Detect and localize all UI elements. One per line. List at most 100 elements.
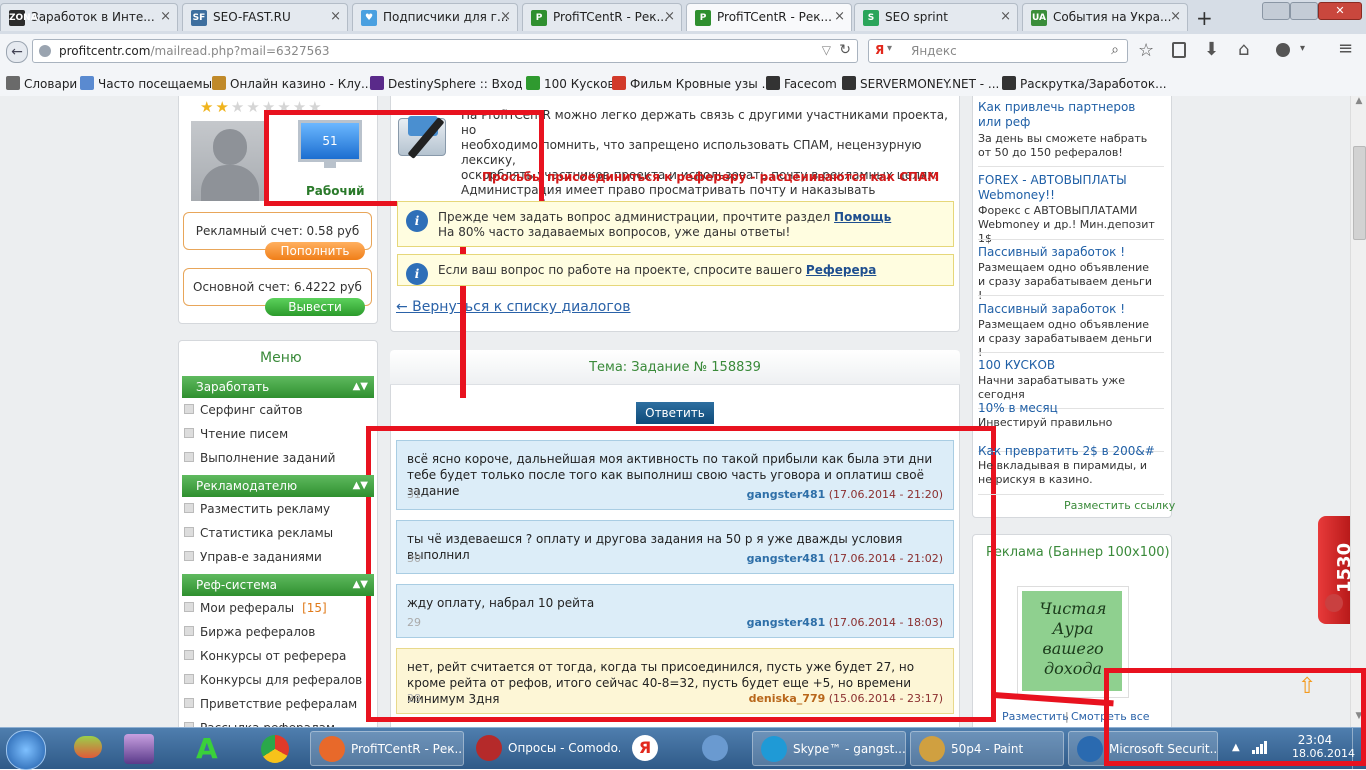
menu-item-1-0[interactable]: Разместить рекламу [184, 502, 330, 516]
bookmark-7[interactable]: SERVERMONEY.NET - ... [842, 76, 999, 91]
message-author[interactable]: gangster481 [747, 616, 826, 629]
addon-dropdown-icon[interactable]: ▾ [1300, 43, 1305, 54]
notice-link[interactable]: Помощь [834, 210, 891, 224]
download-icon[interactable]: ⬇ [1204, 39, 1219, 60]
close-tab-icon[interactable]: × [834, 9, 845, 24]
menu-item-2-4[interactable]: Приветствие рефералам [184, 697, 357, 711]
bookmark-1[interactable]: Часто посещаемые [80, 76, 219, 91]
minimize-button[interactable] [1262, 2, 1290, 20]
chrome-icon[interactable] [258, 732, 294, 766]
collapse-icon[interactable]: ▲▼ [353, 574, 368, 596]
start-button[interactable] [6, 730, 46, 770]
side-counter-badge[interactable]: 1530 [1318, 516, 1350, 624]
avatar[interactable] [191, 121, 269, 201]
menu-item-0-1[interactable]: Чтение писем [184, 427, 288, 441]
close-tab-icon[interactable]: × [500, 9, 511, 24]
close-tab-icon[interactable]: × [160, 9, 171, 24]
tab-3[interactable]: P ProfiTCentR - Рек... × [522, 3, 682, 31]
pinned-game-icon[interactable] [122, 732, 158, 766]
topup-button[interactable]: Пополнить [265, 242, 365, 260]
bookmark-4[interactable]: 100 Кусков [526, 76, 615, 91]
pinned-app-1-icon[interactable] [70, 732, 106, 766]
tab-4[interactable]: P ProfiTCentR - Рек... × [686, 3, 852, 31]
bookmark-2[interactable]: Онлайн казино - Клу... [212, 76, 372, 91]
home-icon[interactable]: ⌂ [1238, 39, 1249, 60]
message-author[interactable]: deniska_779 [749, 692, 826, 705]
tab-0[interactable]: ZONA Заработок в Инте... × [0, 3, 178, 31]
taskbar-item-1[interactable]: Опросы - Comodo... [468, 731, 620, 766]
search-engine-dropdown-icon[interactable]: ▾ [887, 43, 892, 54]
taskbar-item-4[interactable]: Skype™ - gangst... [752, 731, 906, 766]
star-icon[interactable]: ☆ [1138, 40, 1154, 61]
menu-item-2-3[interactable]: Конкурсы для рефералов [184, 673, 362, 687]
taskbar-item-5[interactable]: 50р4 - Paint [910, 731, 1064, 766]
bookmark-5[interactable]: Фильм Кровные узы ... [612, 76, 773, 91]
menu-section-2[interactable]: Реф-система ▲▼ [182, 574, 374, 596]
menu-icon[interactable]: ≡ [1338, 38, 1353, 59]
address-bar[interactable]: profitcentr.com/mailread.php?mail=632756… [32, 39, 858, 63]
ad-title-1[interactable]: FOREX - АВТОВЫПЛАТЫ Webmoney!! [978, 173, 1158, 203]
page-scrollbar[interactable]: ▲ ▼ [1350, 96, 1366, 727]
collapse-icon[interactable]: ▲▼ [353, 475, 368, 497]
tab-label: Заработок в Инте... [31, 10, 155, 24]
close-window-button[interactable]: ✕ [1318, 2, 1362, 20]
back-button[interactable]: ← [6, 41, 28, 63]
menu-item-1-1[interactable]: Статистика рекламы [184, 526, 333, 540]
menu-item-1-2[interactable]: Управ-е заданиями [184, 550, 322, 564]
banner-place-link[interactable]: Разместить [1002, 710, 1069, 723]
taskbar-item-0[interactable]: ProfiTCentR - Рек... [310, 731, 464, 766]
search-box[interactable]: Я ▾ Яндекс ⌕ [868, 39, 1128, 63]
close-tab-icon[interactable]: × [664, 9, 675, 24]
menu-section-1[interactable]: Рекламодателю ▲▼ [182, 475, 374, 497]
scroll-up-icon[interactable]: ▲ [1353, 96, 1365, 110]
reading-list-icon[interactable] [1172, 42, 1186, 58]
pinned-a-icon[interactable]: A [196, 732, 232, 766]
ad-title-6[interactable]: Как превратить 2$ в 200&# [978, 444, 1158, 459]
tab-1[interactable]: SF SEO-FAST.RU × [182, 3, 348, 31]
back-to-dialogs-link[interactable]: ← Вернуться к списку диалогов [396, 299, 631, 315]
withdraw-button[interactable]: Вывести [265, 298, 365, 316]
bookmark-3[interactable]: DestinySphere :: Вход ... [370, 76, 538, 91]
dropdown-icon[interactable]: ▽ [822, 43, 831, 57]
navigation-toolbar: ← profitcentr.com/mailread.php?mail=6327… [0, 34, 1366, 71]
menu-section-0[interactable]: Заработать ▲▼ [182, 376, 374, 398]
place-link-button[interactable]: Разместить ссылку [1064, 499, 1175, 512]
close-tab-icon[interactable]: × [1170, 9, 1181, 24]
menu-item-2-2[interactable]: Конкурсы от реферера [184, 649, 346, 663]
ad-title-3[interactable]: Пассивный заработок ! [978, 302, 1158, 317]
bookmark-8[interactable]: Раскрутка/Заработок... [1002, 76, 1167, 91]
scrollbar-thumb[interactable] [1353, 146, 1366, 240]
search-icon[interactable]: ⌕ [1111, 42, 1119, 58]
bookmark-0[interactable]: Словари [6, 76, 77, 91]
menu-item-0-2[interactable]: Выполнение заданий [184, 451, 335, 465]
message-author[interactable]: gangster481 [747, 488, 826, 501]
taskbar-item-2[interactable]: Я [624, 731, 690, 766]
menu-title: Меню [260, 350, 302, 366]
bullet-icon [184, 452, 194, 462]
ad-title-5[interactable]: 10% в месяц [978, 401, 1158, 416]
collapse-icon[interactable]: ▲▼ [353, 376, 368, 398]
tab-6[interactable]: UA События на Укра... × [1022, 3, 1188, 31]
taskbar-item-3[interactable] [694, 731, 748, 766]
message-author[interactable]: gangster481 [747, 552, 826, 565]
tab-5[interactable]: S SEO sprint × [854, 3, 1018, 31]
bookmark-6[interactable]: Facecom [766, 76, 837, 91]
reply-button[interactable]: Ответить [636, 402, 714, 424]
maximize-button[interactable] [1290, 2, 1318, 20]
ad-title-2[interactable]: Пассивный заработок ! [978, 245, 1158, 260]
menu-item-0-0[interactable]: Серфинг сайтов [184, 403, 303, 417]
new-tab-button[interactable]: + [1196, 6, 1213, 30]
menu-item-2-0[interactable]: Мои рефералы [15] [184, 601, 327, 615]
notice-link[interactable]: Реферера [806, 263, 876, 277]
close-tab-icon[interactable]: × [330, 9, 341, 24]
ad-title-4[interactable]: 100 КУСКОВ [978, 358, 1158, 373]
red-annotation-box-tray [1104, 668, 1366, 766]
message-number: 28 [407, 692, 421, 705]
reload-icon[interactable]: ↻ [839, 42, 851, 58]
addon-icon[interactable] [1276, 43, 1290, 57]
close-tab-icon[interactable]: × [1000, 9, 1011, 24]
tab-2[interactable]: ♥ Подписчики для г... × [352, 3, 518, 31]
favicon-icon: P [695, 10, 711, 26]
menu-item-2-1[interactable]: Биржа рефералов [184, 625, 315, 639]
ad-title-0[interactable]: Как привлечь партнеров или реф [978, 100, 1158, 130]
